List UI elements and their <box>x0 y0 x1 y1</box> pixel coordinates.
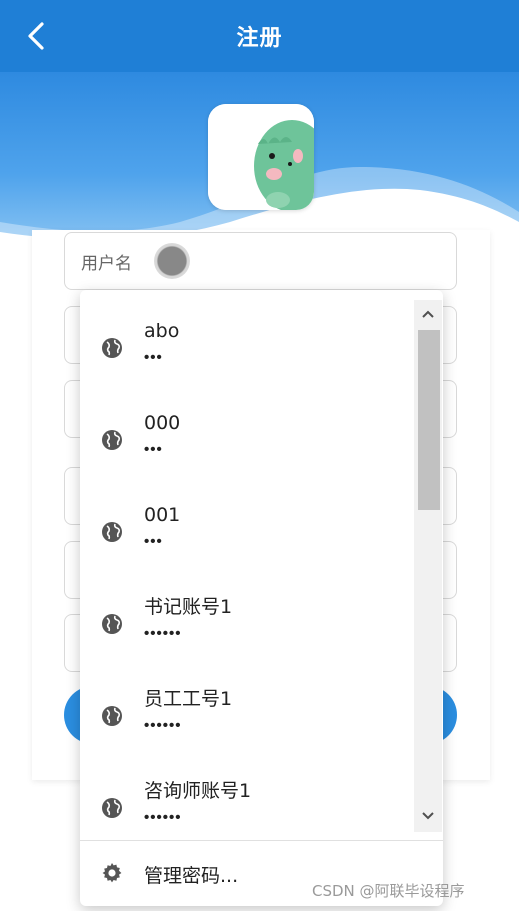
watermark: CSDN @阿联毕设程序 <box>312 882 465 900</box>
globe-icon <box>102 522 122 542</box>
credential-item[interactable]: 001 ••• <box>80 474 414 566</box>
credential-password: ••• <box>144 349 163 366</box>
manage-passwords-label: 管理密码... <box>144 865 239 887</box>
scrollbar-thumb[interactable] <box>418 330 440 510</box>
credential-password: ••• <box>144 441 163 458</box>
password-autofill-dropdown: abo ••• 000 ••• 001 ••• 书记账号1 •••••• 员工工… <box>80 290 443 906</box>
globe-icon <box>102 338 122 358</box>
credential-username: 员工工号1 <box>144 688 233 710</box>
chevron-down-icon <box>422 812 434 820</box>
credential-username: 000 <box>144 412 181 434</box>
credential-username: 咨询师账号1 <box>144 780 252 802</box>
credential-password: •••••• <box>144 625 182 642</box>
page-title: 注册 <box>236 26 283 51</box>
credential-username: 001 <box>144 504 181 526</box>
credential-item[interactable]: 书记账号1 •••••• <box>80 566 414 658</box>
globe-icon <box>102 798 122 818</box>
dropdown-scrollbar[interactable] <box>414 300 442 832</box>
gear-icon <box>102 863 122 883</box>
credential-password: •••••• <box>144 809 182 826</box>
globe-icon <box>102 706 122 726</box>
globe-icon <box>102 614 122 634</box>
globe-icon <box>102 430 122 450</box>
credential-item[interactable]: abo ••• <box>80 290 414 382</box>
dinosaur-avatar-icon <box>208 104 314 210</box>
credential-password: •••••• <box>144 717 182 734</box>
chevron-left-icon <box>28 22 44 50</box>
app-header: 注册 <box>0 0 519 72</box>
username-label: 用户名 <box>81 253 132 274</box>
credential-item[interactable]: 员工工号1 •••••• <box>80 658 414 750</box>
avatar[interactable] <box>208 104 314 210</box>
scroll-down-button[interactable] <box>414 808 442 824</box>
credential-item[interactable]: 000 ••• <box>80 382 414 474</box>
scroll-up-button[interactable] <box>414 306 442 322</box>
username-input[interactable]: 用户名 <box>64 232 457 290</box>
credential-list: abo ••• 000 ••• 001 ••• 书记账号1 •••••• 员工工… <box>80 290 414 840</box>
chevron-up-icon <box>422 310 434 318</box>
credential-password: ••• <box>144 533 163 550</box>
back-button[interactable] <box>22 18 54 54</box>
touch-cursor <box>154 243 190 279</box>
credential-username: abo <box>144 320 180 342</box>
credential-item[interactable]: 咨询师账号1 •••••• <box>80 750 414 840</box>
credential-username: 书记账号1 <box>144 596 233 618</box>
